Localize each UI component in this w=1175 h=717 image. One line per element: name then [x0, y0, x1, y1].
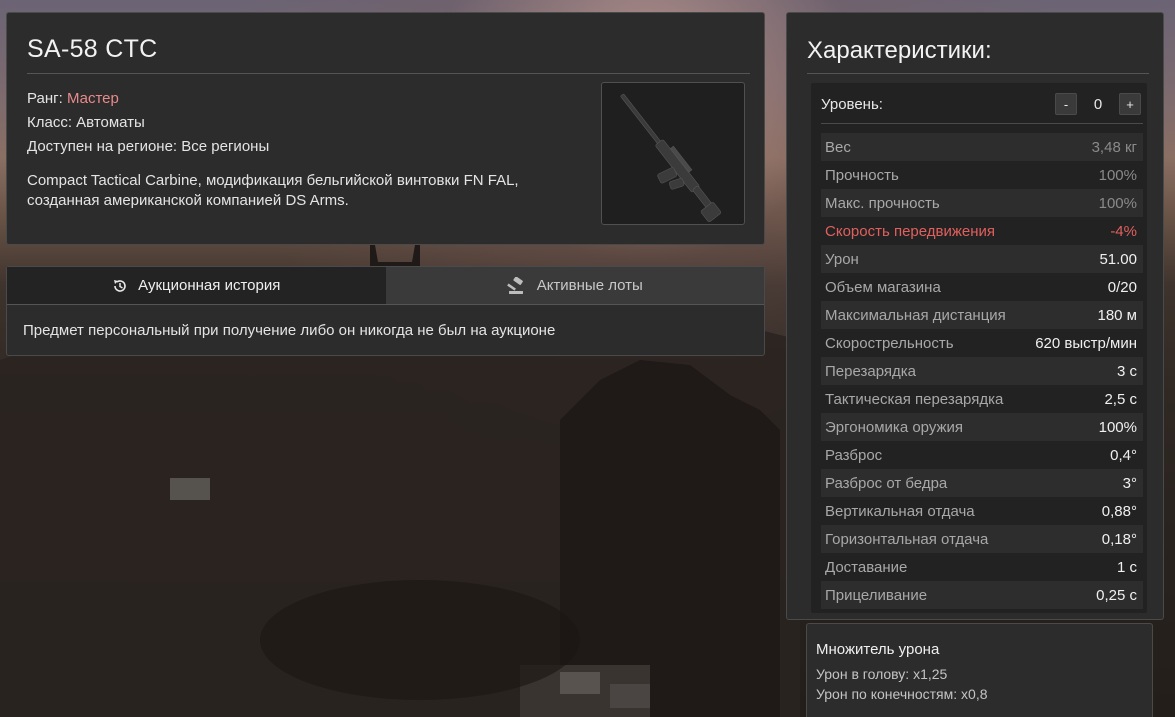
stat-list: Вес 3,48 кг Прочность 100% Макс. прочность 10…: [821, 133, 1143, 609]
stat-value: 2,5 с: [1104, 390, 1137, 408]
stat-value: 620 выстр/мин: [1035, 334, 1137, 352]
stat-row: Прочность 100%: [821, 161, 1143, 189]
auction-message: Предмет персональный при получение либо …: [23, 322, 556, 339]
item-meta: Ранг: Мастер Класс: Автоматы Доступен на…: [27, 87, 269, 159]
stat-row: Доставание 1 с: [821, 553, 1143, 581]
stat-label: Горизонтальная отдача: [825, 530, 989, 548]
item-card: SA-58 CTC Ранг: Мастер Класс: Автоматы Д…: [6, 12, 765, 245]
title-divider: [27, 73, 750, 74]
stat-label: Разброс от бедра: [825, 474, 948, 492]
stat-row: Урон 51.00: [821, 245, 1143, 273]
damage-multiplier-card: Множитель урона Урон в голову: x1,25 Уро…: [806, 623, 1153, 717]
stat-label: Прицеливание: [825, 586, 928, 604]
stat-row: Горизонтальная отдача 0,18°: [821, 525, 1143, 553]
stat-value: 0/20: [1107, 278, 1137, 296]
limbs-multiplier: Урон по конечностям: x0,8: [816, 686, 988, 702]
stat-label: Объем магазина: [825, 278, 941, 296]
rank-value: Мастер: [66, 90, 119, 107]
stat-label: Макс. прочность: [825, 194, 940, 212]
tab-auction-history[interactable]: Аукционная история: [7, 267, 386, 304]
stat-row: Вертикальная отдача 0,88°: [821, 497, 1143, 525]
stats-divider: [807, 73, 1149, 74]
stat-row: Максимальная дистанция 180 м: [821, 301, 1143, 329]
stat-label: Вес: [825, 138, 851, 156]
stat-value: 0,25 с: [1096, 586, 1137, 604]
class-line: Класс: Автоматы: [27, 111, 269, 135]
gavel-icon: [506, 276, 523, 294]
stat-row: Вес 3,48 кг: [821, 133, 1143, 161]
region-label: Доступен на регионе:: [27, 138, 178, 155]
stat-label: Скорострельность: [825, 334, 954, 352]
stat-value: 51.00: [1099, 250, 1137, 268]
stat-value: -4%: [1110, 222, 1137, 240]
stat-row: Прицеливание 0,25 с: [821, 581, 1143, 609]
stat-value: 0,18°: [1101, 530, 1137, 548]
stat-value: 180 м: [1097, 306, 1137, 324]
level-divider: [821, 123, 1143, 124]
item-description: Compact Tactical Carbine, модификация бе…: [27, 172, 519, 209]
stat-row: Эргономика оружия 100%: [821, 413, 1143, 441]
stat-label: Тактическая перезарядка: [825, 390, 1004, 408]
level-row: Уровень: - 0 +: [821, 89, 1141, 119]
stat-label: Вертикальная отдача: [825, 502, 975, 520]
stat-row: Перезарядка 3 с: [821, 357, 1143, 385]
stat-row: Макс. прочность 100%: [821, 189, 1143, 217]
stat-label: Доставание: [825, 558, 908, 576]
class-label: Класс:: [27, 114, 72, 131]
level-stepper: - 0 +: [1055, 93, 1141, 115]
stat-row: Разброс от бедра 3°: [821, 469, 1143, 497]
stat-row: Тактическая перезарядка 2,5 с: [821, 385, 1143, 413]
auction-card: Аукционная история Активные лоты Предмет…: [6, 266, 765, 356]
stat-row: Скорость передвижения -4%: [821, 217, 1143, 245]
stat-value: 100%: [1098, 194, 1137, 212]
stat-value: 0,88°: [1101, 502, 1137, 520]
stat-label: Скорость передвижения: [825, 222, 996, 240]
stat-label: Прочность: [825, 166, 899, 184]
stat-value: 100%: [1098, 166, 1137, 184]
stat-row: Разброс 0,4°: [821, 441, 1143, 469]
stat-value: 3,48 кг: [1091, 138, 1137, 156]
stat-label: Перезарядка: [825, 362, 916, 380]
stat-row: Скорострельность 620 выстр/мин: [821, 329, 1143, 357]
head-multiplier: Урон в голову: x1,25: [816, 666, 948, 682]
level-decrease-button[interactable]: -: [1055, 93, 1077, 115]
item-image: [601, 82, 745, 225]
rifle-icon: [620, 93, 722, 223]
stats-card: Характеристики: Уровень: - 0 + Вес 3,48 к…: [786, 12, 1164, 620]
stat-value: 100%: [1098, 418, 1137, 436]
stat-value: 3°: [1122, 474, 1137, 492]
region-value: Все регионы: [181, 138, 270, 155]
history-icon: [114, 279, 126, 292]
level-label: Уровень:: [821, 95, 883, 113]
stats-title: Характеристики:: [807, 37, 992, 64]
level-value: 0: [1093, 95, 1103, 113]
rank-line: Ранг: Мастер: [27, 87, 269, 111]
stats-panel: Уровень: - 0 + Вес 3,48 кг Прочность 100% Ма…: [811, 83, 1147, 613]
stat-value: 3 с: [1116, 362, 1137, 380]
tab-label: Активные лоты: [536, 277, 643, 294]
tab-label: Аукционная история: [138, 277, 281, 294]
stat-label: Максимальная дистанция: [825, 306, 1006, 324]
level-increase-button[interactable]: +: [1119, 93, 1141, 115]
region-line: Доступен на регионе: Все регионы: [27, 135, 269, 159]
tab-active-lots[interactable]: Активные лоты: [385, 267, 764, 304]
stat-label: Эргономика оружия: [825, 418, 964, 436]
stat-value: 0,4°: [1110, 446, 1137, 464]
stat-label: Разброс: [825, 446, 883, 464]
stat-row: Объем магазина 0/20: [821, 273, 1143, 301]
item-title: SA-58 CTC: [27, 35, 158, 63]
auction-tabs: Аукционная история Активные лоты: [7, 267, 764, 305]
rank-label: Ранг:: [27, 90, 63, 107]
multiplier-title: Множитель урона: [816, 641, 940, 658]
class-value: Автоматы: [76, 114, 145, 131]
stat-label: Урон: [825, 250, 859, 268]
stat-value: 1 с: [1116, 558, 1137, 576]
